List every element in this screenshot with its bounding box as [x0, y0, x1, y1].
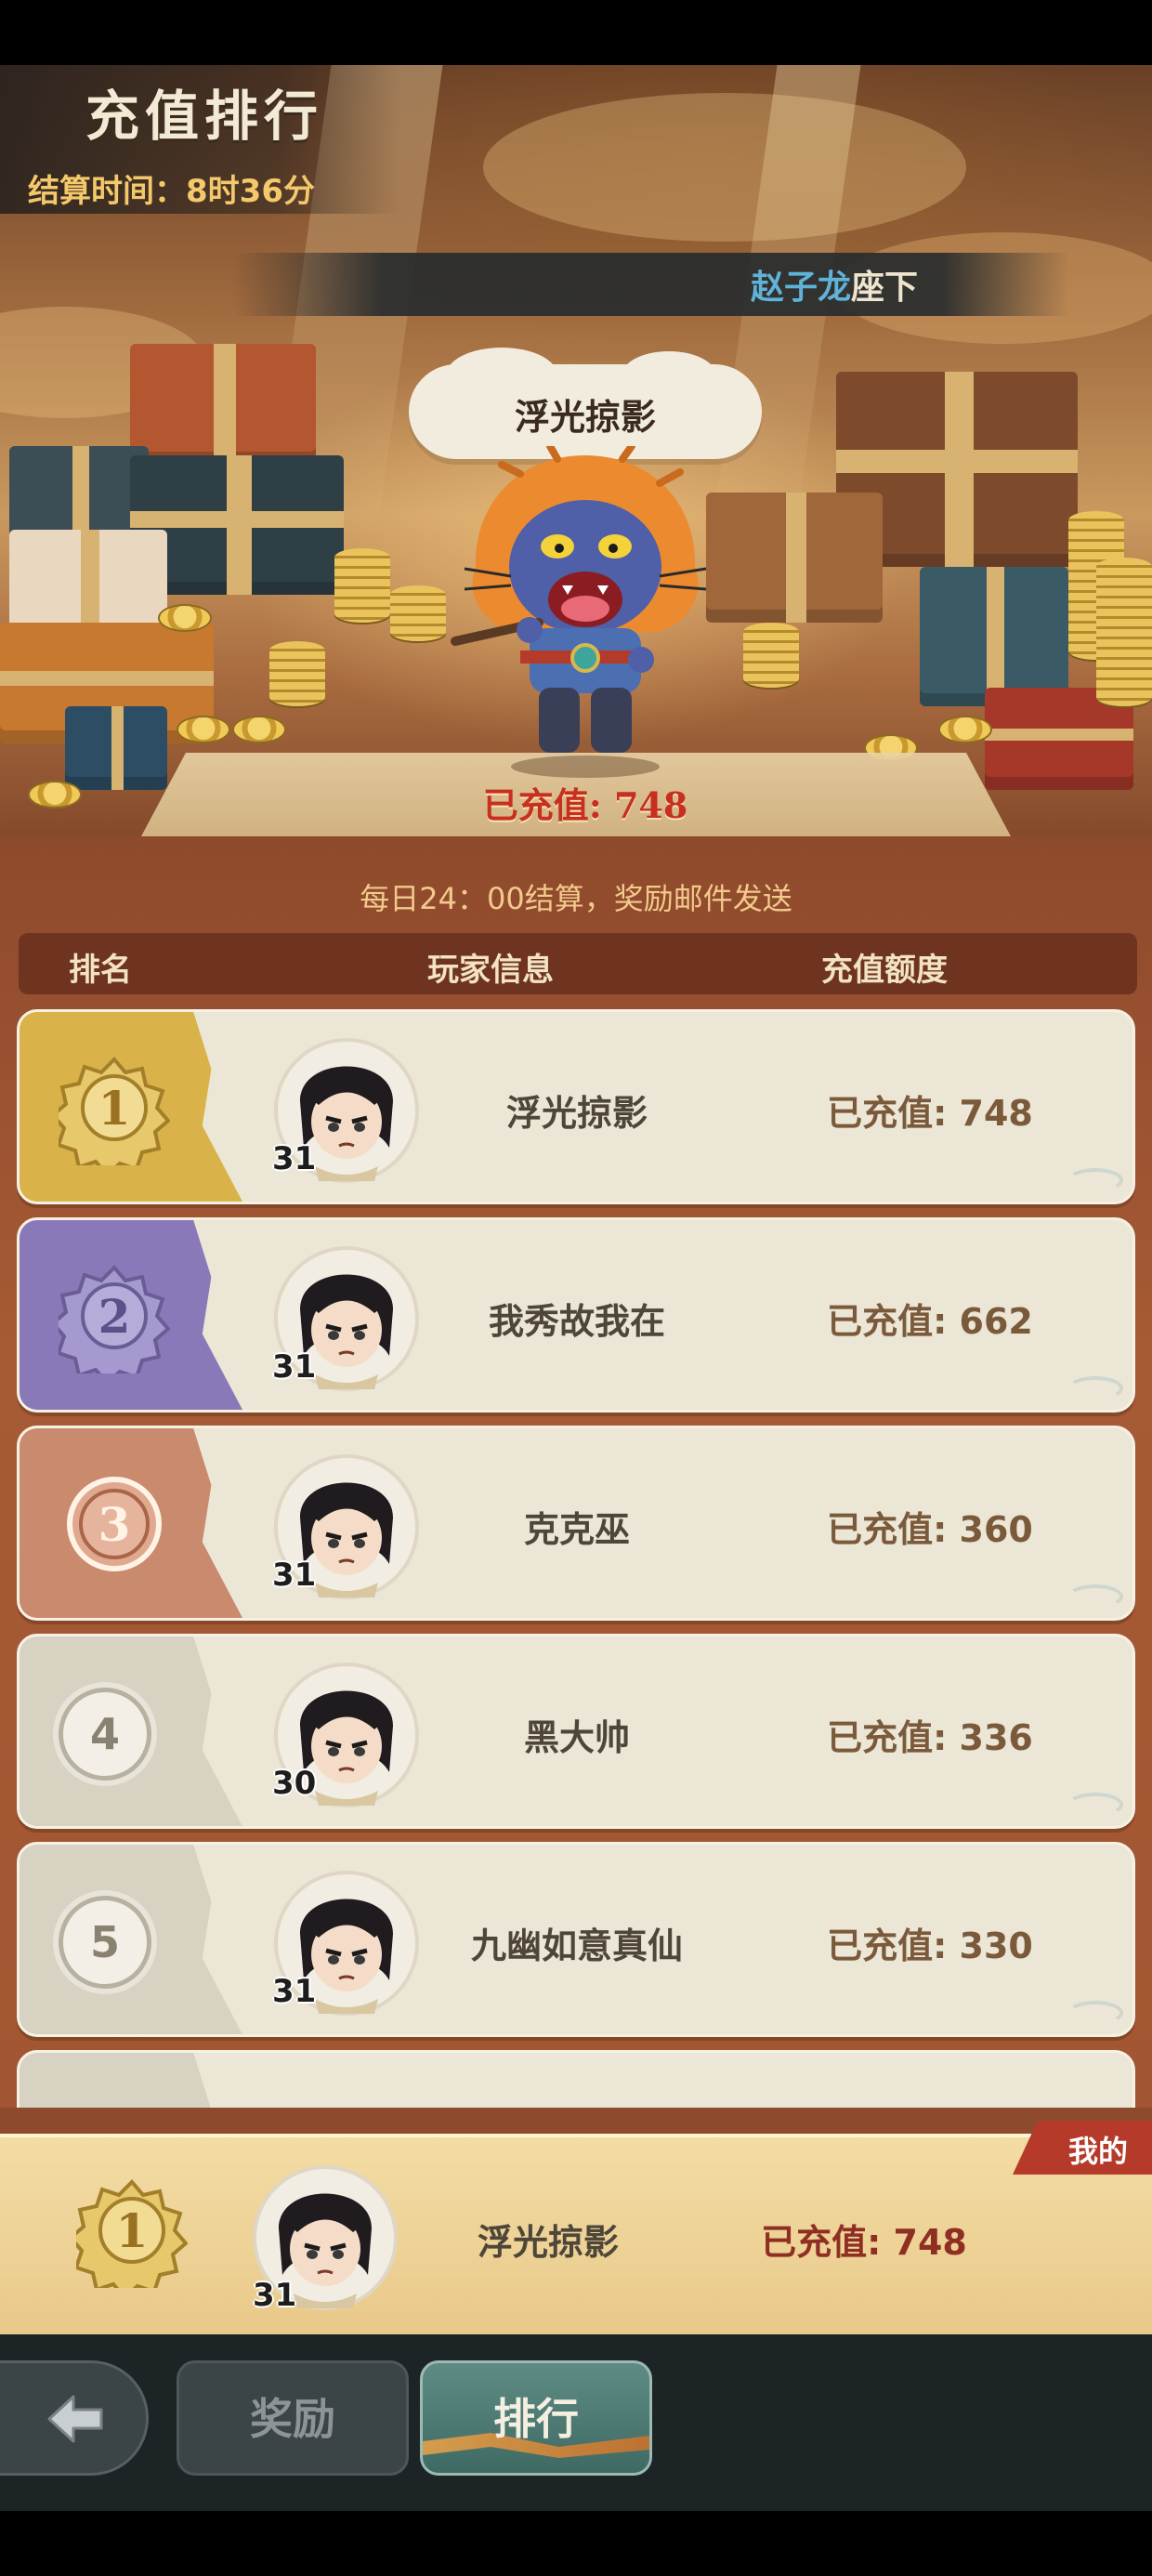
sponsor-banner [232, 253, 1068, 316]
player-name: 黑大帅 [523, 1717, 630, 1758]
player-topup: 已充值: 748 [827, 1093, 1033, 1134]
ranking-list[interactable]: 1 31 浮光掠影 已充值: 748 2 31 我秀故我在 已充值: 662 3… [0, 1009, 1152, 2108]
ranking-row[interactable]: 4 30 黑大帅 已充值: 336 [17, 1634, 1135, 1829]
rank-number: 4 [59, 1688, 151, 1781]
wave-decoration-icon [1067, 1584, 1123, 1609]
gold-medal-icon: 1 [76, 2179, 188, 2288]
tab-ranking-label: 排行 [493, 2394, 579, 2444]
medal-rank: 1 [98, 1081, 131, 1136]
my-level: 31 [253, 2277, 297, 2314]
player-topup: 已充值: 662 [827, 1301, 1033, 1342]
wave-decoration-icon [1067, 1168, 1123, 1192]
player-topup: 已充值: 330 [827, 1925, 1033, 1966]
top-player-topup: 已充值: 748 [482, 784, 688, 826]
back-button[interactable] [0, 2360, 149, 2476]
settlement-time: 结算时间：8时36分 [28, 173, 315, 210]
player-level: 31 [272, 1973, 317, 2010]
player-level: 31 [272, 1348, 317, 1386]
player-level: 30 [272, 1765, 317, 1802]
tab-reward-label: 奖励 [250, 2394, 335, 2444]
ranking-row[interactable]: 1 31 浮光掠影 已充值: 748 [17, 1009, 1135, 1204]
column-topup-amount: 充值额度 [821, 952, 948, 989]
player-level: 31 [272, 1557, 317, 1594]
medal-rank: 2 [98, 1289, 131, 1344]
gold-medal-icon: 1 [59, 1057, 170, 1165]
system-nav-bar [0, 2511, 1152, 2576]
ranking-row[interactable]: 3 31 克克巫 已充值: 360 [17, 1426, 1135, 1621]
player-topup: 已充值: 336 [827, 1717, 1033, 1758]
sponsor-label: 赵子龙座下 [751, 260, 918, 309]
silver-medal-icon: 2 [59, 1265, 170, 1373]
sponsor-suffix: 座下 [851, 269, 919, 307]
column-rank: 排名 [69, 952, 132, 989]
player-name: 浮光掠影 [505, 1093, 648, 1134]
player-level: 31 [272, 1140, 317, 1177]
rank-number: 5 [59, 1896, 151, 1989]
tab-reward[interactable]: 奖励 [177, 2360, 409, 2476]
ranking-row[interactable]: 2 31 我秀故我在 已充值: 662 [17, 1217, 1135, 1413]
top-player-name: 浮光掠影 [514, 397, 656, 438]
column-header: 排名 玩家信息 充值额度 [19, 933, 1137, 994]
wave-decoration-icon [1067, 2001, 1123, 2025]
tab-ranking[interactable]: 排行 [420, 2360, 652, 2476]
medal-rank: 1 [116, 2203, 149, 2258]
my-topup: 已充值: 748 [761, 2222, 967, 2263]
page-title: 充值排行 [85, 85, 324, 148]
sponsor-name: 赵子龙 [751, 269, 852, 307]
lion-mascot-icon [451, 446, 707, 778]
column-player-info: 玩家信息 [427, 952, 554, 989]
player-name: 我秀故我在 [488, 1301, 665, 1342]
settlement-note: 每日24：00结算，奖励邮件发送 [360, 881, 792, 916]
ranking-row[interactable]: 5 31 九幽如意真仙 已充值: 330 [17, 1842, 1135, 2037]
my-name: 浮光掠影 [477, 2222, 619, 2263]
status-bar [0, 0, 1152, 65]
wave-decoration-icon [1067, 1793, 1123, 1817]
my-tag-label: 我的 [1067, 2134, 1128, 2169]
my-rank-card: 1 31 浮光掠影 已充值: 748 [0, 2134, 1152, 2334]
bronze-medal-icon: 3 [67, 1477, 162, 1571]
arrow-left-icon [47, 2395, 103, 2443]
medal-rank: 3 [98, 1497, 131, 1552]
player-name: 九幽如意真仙 [470, 1925, 683, 1966]
ranking-row[interactable] [17, 2050, 1135, 2108]
player-name: 克克巫 [523, 1509, 630, 1550]
player-topup: 已充值: 360 [827, 1509, 1033, 1550]
wave-decoration-icon [1067, 1376, 1123, 1400]
